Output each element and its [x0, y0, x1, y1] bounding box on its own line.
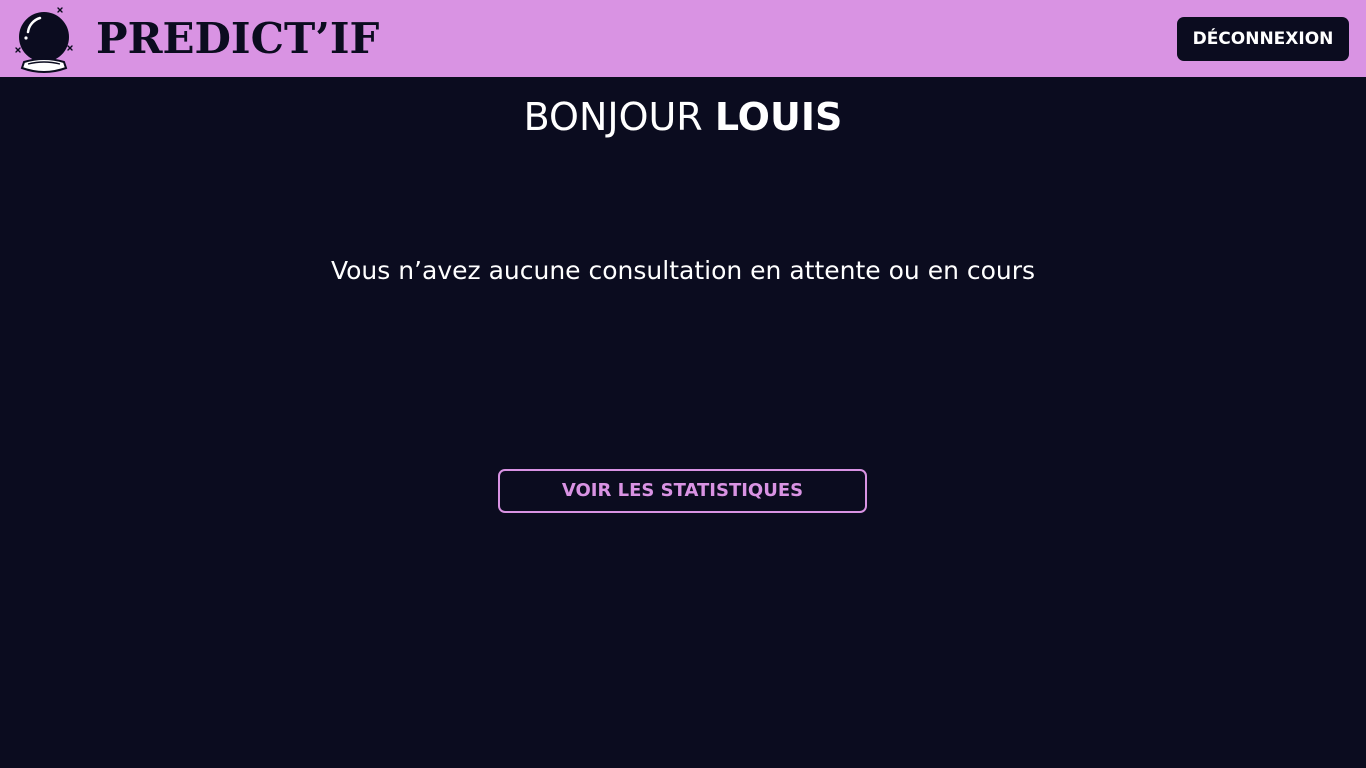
top-bar: PREDICT’IF DÉCONNEXION — [0, 0, 1366, 77]
view-statistics-button[interactable]: VOIR LES STATISTIQUES — [498, 469, 867, 513]
empty-state-message: Vous n’avez aucune consultation en atten… — [330, 256, 1036, 285]
app-title: PREDICT’IF — [96, 14, 380, 63]
logout-button[interactable]: DÉCONNEXION — [1177, 17, 1349, 61]
greeting-prefix: BONJOUR — [523, 95, 703, 139]
user-name: LOUIS — [714, 95, 843, 139]
page-title: BONJOUR LOUIS — [0, 88, 1366, 146]
crystal-ball-icon — [15, 7, 73, 73]
